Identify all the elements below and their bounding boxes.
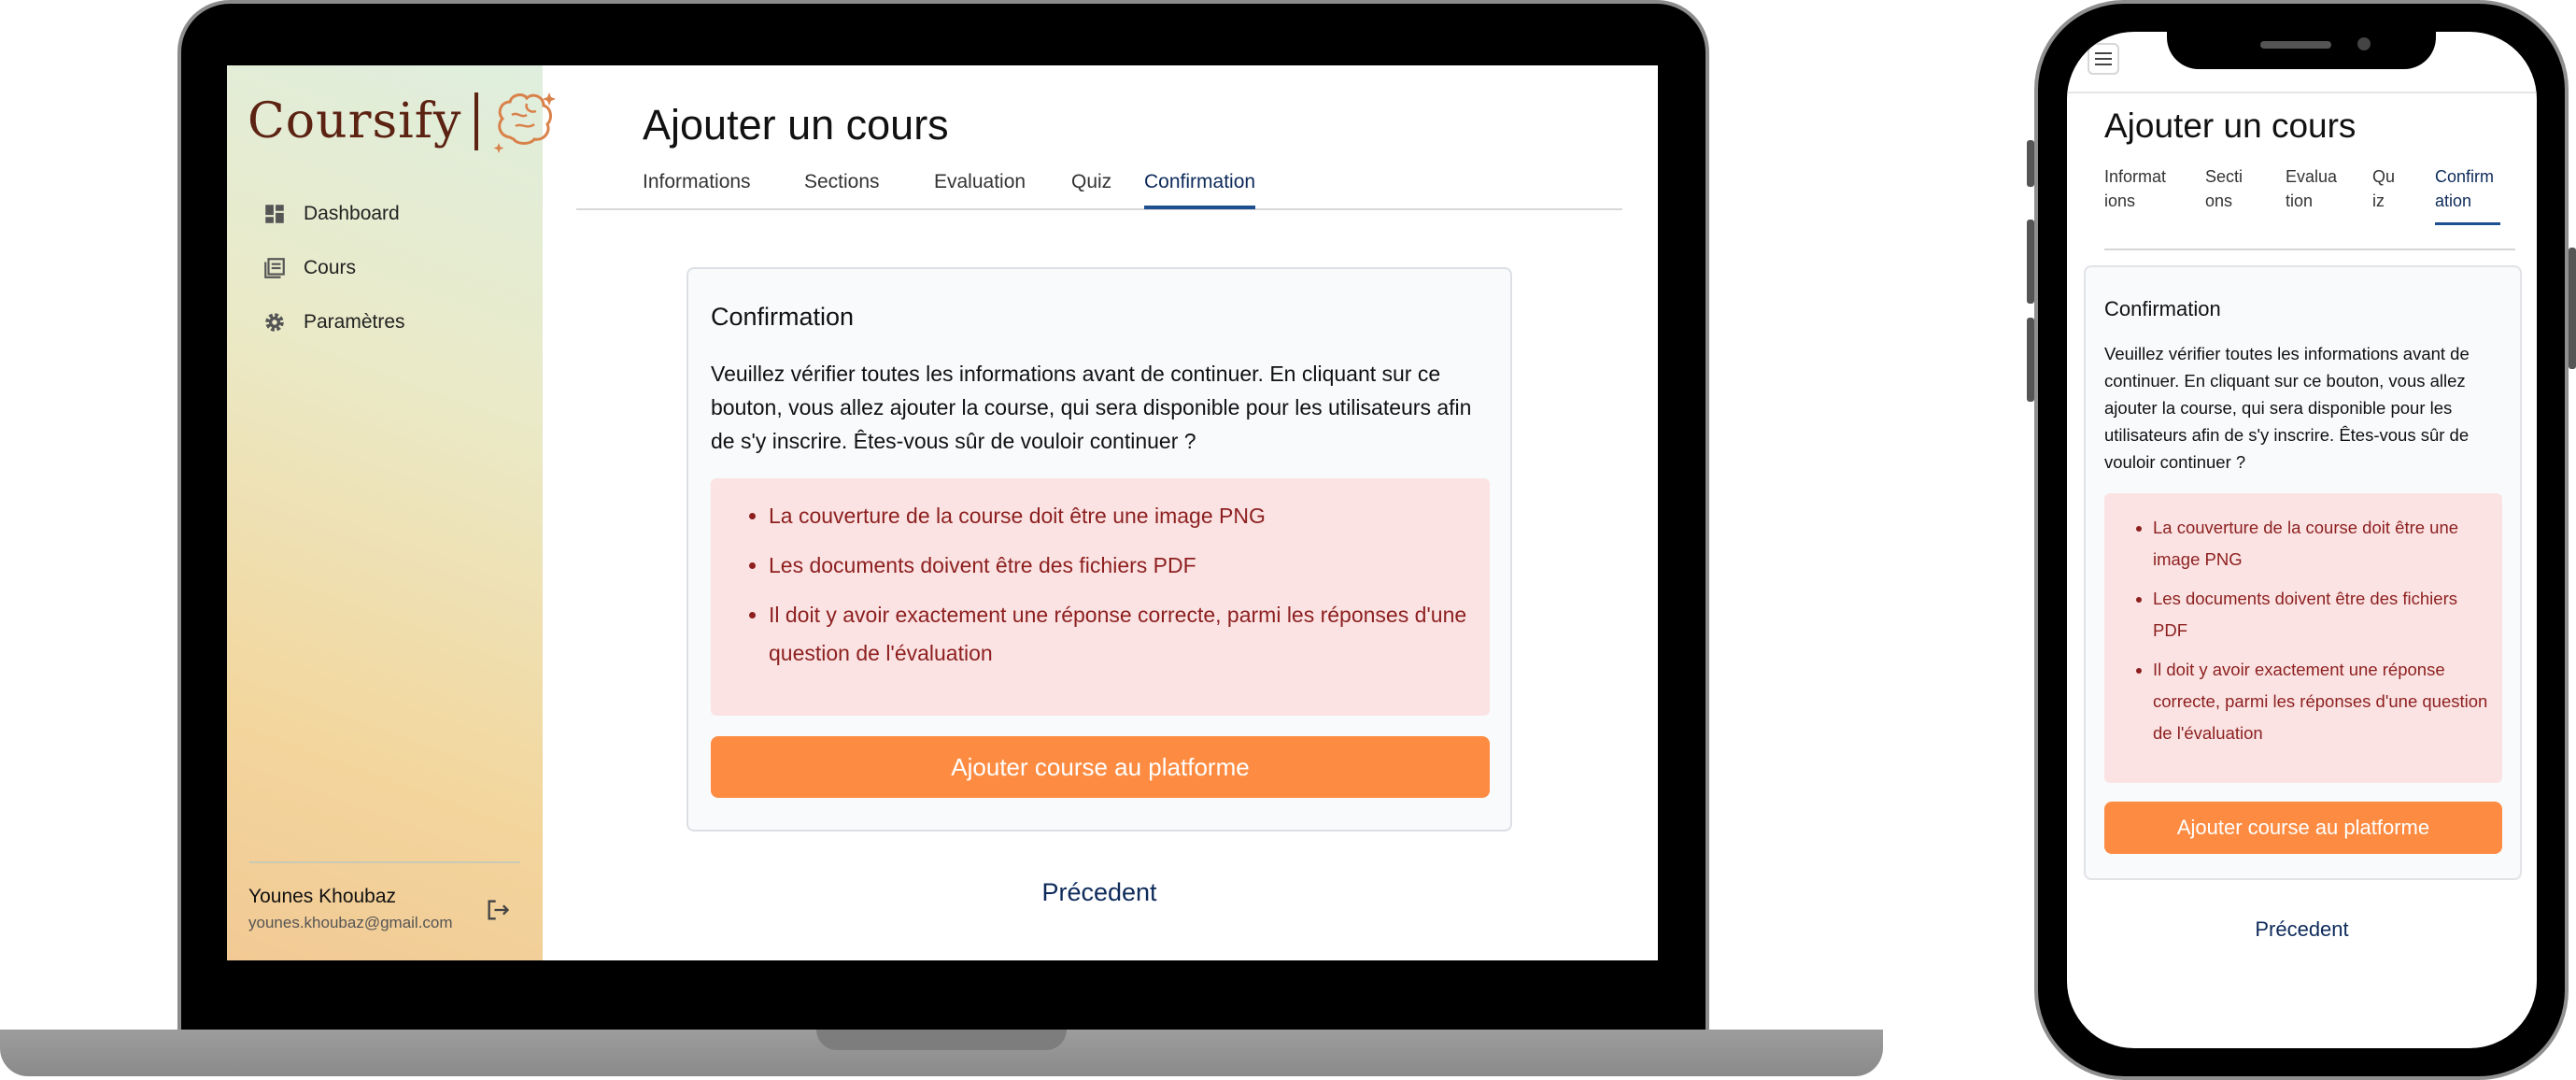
tab-quiz[interactable]: Qu iz [2372,164,2395,213]
previous-link[interactable]: Précedent [2067,917,2537,942]
sidebar-item-cours[interactable]: Cours [262,241,405,295]
error-alert: La couverture de la course doit être une… [711,478,1490,716]
phone-camera [2357,37,2371,50]
sidebar-item-parametres[interactable]: Paramètres [262,295,405,349]
tab-evaluation[interactable]: Evaluation [934,171,1026,193]
sidebar-nav: Dashboard Cours Paramètres [262,187,405,349]
phone-speaker [2260,41,2331,49]
confirmation-message: Veuillez vérifier toutes les information… [711,362,1472,453]
brain-icon [493,92,557,153]
desktop-screen: Coursify Dashboard Cours Paramètres Youn… [227,65,1658,960]
tab-sections[interactable]: Sections [804,171,880,193]
tab-informations[interactable]: Informat ions [2104,164,2172,213]
logo-divider [474,92,479,150]
sidebar: Coursify Dashboard Cours Paramètres Youn… [227,65,557,960]
phone-side-button [2027,318,2034,402]
card-title: Confirmation [711,303,855,331]
error-item: Il doit y avoir exactement une réponse c… [769,596,1467,673]
sidebar-item-label: Dashboard [304,203,400,224]
sidebar-divider [249,861,520,863]
menu-button[interactable] [2088,43,2119,75]
error-list: La couverture de la course doit être une… [2123,512,2491,749]
tab-evaluation[interactable]: Evalua tion [2286,164,2338,213]
error-item: La couverture de la course doit être une… [769,497,1467,535]
error-item: La couverture de la course doit être une… [2153,512,2491,576]
logout-icon[interactable] [485,897,511,923]
phone-side-button [2027,220,2034,304]
error-item: Les documents doivent être des fichiers … [2153,583,2491,647]
hamburger-icon [2095,52,2112,65]
add-course-button[interactable]: Ajouter course au platforme [711,736,1490,798]
error-list: La couverture de la course doit être une… [739,497,1467,673]
sidebar-item-label: Paramètres [304,311,405,333]
add-course-button[interactable]: Ajouter course au platforme [2104,802,2502,854]
page-title: Ajouter un cours [643,101,949,149]
book-icon [264,258,285,278]
gear-icon [265,313,284,332]
phone-side-button [2027,140,2034,187]
page-title: Ajouter un cours [2104,107,2357,145]
previous-link[interactable]: Précedent [686,878,1512,907]
step-tabs: Informations Sections Evaluation Quiz Co… [576,171,1622,210]
phone-side-button [2569,248,2576,369]
error-item: Les documents doivent être des fichiers … [769,547,1467,585]
user-email: younes.khoubaz@gmail.com [248,914,453,931]
brand-name: Coursify [248,93,462,149]
logo: Coursify [248,84,559,159]
mobile-screen: Ajouter un cours Informat ions Secti ons… [2067,32,2537,1048]
tab-quiz[interactable]: Quiz [1071,171,1111,193]
tab-confirmation[interactable]: Confirm ation [2435,164,2500,225]
card-title: Confirmation [2104,297,2221,320]
confirmation-card: Confirmation Veuillez vérifier toutes le… [2084,265,2522,880]
error-item: Il doit y avoir exactement une réponse c… [2153,654,2491,749]
sidebar-item-label: Cours [304,257,357,278]
step-tabs: Informat ions Secti ons Evalua tion Qu i… [2104,164,2515,250]
tab-informations[interactable]: Informations [643,171,751,193]
confirmation-card: Confirmation Veuillez vérifier toutes le… [686,267,1512,831]
user-info: Younes Khoubaz younes.khoubaz@gmail.com [248,886,453,932]
tab-confirmation[interactable]: Confirmation [1144,171,1256,209]
user-name: Younes Khoubaz [248,886,397,907]
confirmation-message: Veuillez vérifier toutes les information… [2104,344,2470,472]
sidebar-item-dashboard[interactable]: Dashboard [262,187,405,241]
tab-sections[interactable]: Secti ons [2205,164,2246,213]
laptop-notch [816,1030,1067,1050]
dashboard-icon [265,205,284,223]
error-alert: La couverture de la course doit être une… [2104,493,2502,783]
